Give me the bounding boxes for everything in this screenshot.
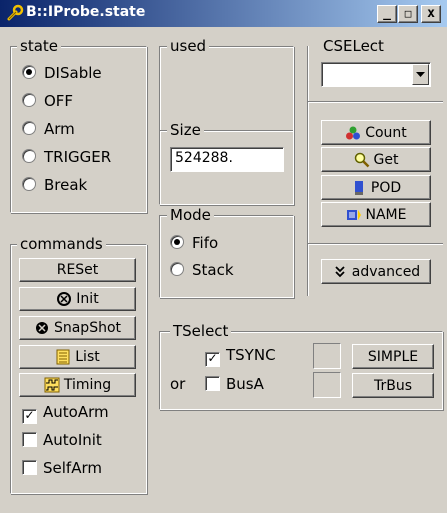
close-button[interactable]: x <box>421 5 441 23</box>
window-title: B::IProbe.state <box>26 4 146 20</box>
busa-checkbox[interactable]: BusA <box>205 374 264 394</box>
radio-indicator <box>22 65 36 79</box>
init-button[interactable]: Init <box>19 287 136 311</box>
or-label: or <box>170 375 186 393</box>
button-label: Init <box>76 291 99 307</box>
advanced-button[interactable]: advanced <box>321 259 431 284</box>
cselect-separator <box>308 101 443 103</box>
button-label: advanced <box>351 263 421 280</box>
checkbox-label: BusA <box>226 375 264 393</box>
pod-button[interactable]: POD <box>321 175 431 200</box>
right-column-separator <box>307 46 309 296</box>
button-label: SIMPLE <box>367 348 419 365</box>
mode-stack-radio[interactable]: Stack <box>170 260 234 280</box>
list-button[interactable]: List <box>19 345 136 369</box>
button-label: POD <box>370 179 402 196</box>
checkbox-box: ✓ <box>205 352 220 367</box>
mode-legend: Mode <box>167 207 214 223</box>
checkbox-box <box>22 432 37 447</box>
button-label: Timing <box>63 377 112 393</box>
tsync-checkbox[interactable]: ✓ TSYNC <box>205 345 276 367</box>
snapshot-button[interactable]: SnapShot <box>19 316 136 340</box>
checkbox-label: AutoInit <box>43 431 102 449</box>
minimize-button[interactable]: _ <box>377 5 397 23</box>
trbus-button[interactable]: TrBus <box>352 373 434 398</box>
tselect-legend: TSelect <box>170 323 232 339</box>
mode-group <box>159 215 294 298</box>
radio-label: Arm <box>44 120 75 138</box>
double-chevron-down-icon <box>332 264 348 280</box>
radio-indicator <box>170 262 184 276</box>
count-button[interactable]: Count <box>321 120 431 145</box>
simple-button[interactable]: SIMPLE <box>352 344 434 369</box>
advanced-separator <box>308 243 443 245</box>
busa-indicator <box>313 372 341 398</box>
radio-indicator <box>170 235 184 249</box>
autoinit-checkbox[interactable]: AutoInit <box>22 430 102 450</box>
button-label: TrBus <box>373 377 413 394</box>
reset-button[interactable]: RESet <box>19 258 136 282</box>
state-break-radio[interactable]: Break <box>22 175 87 195</box>
name-button[interactable]: NAME <box>321 202 431 227</box>
timing-button[interactable]: Timing <box>19 373 136 397</box>
pod-icon <box>351 180 367 196</box>
used-legend: used <box>167 38 210 54</box>
checkbox-box <box>22 460 37 475</box>
button-label: SnapShot <box>53 320 122 336</box>
name-icon <box>346 207 362 223</box>
cselect-dropdown[interactable] <box>321 62 431 87</box>
button-label: Count <box>365 124 407 141</box>
radio-label: DISable <box>44 64 102 82</box>
radio-indicator <box>22 177 36 191</box>
button-label: List <box>75 349 100 365</box>
button-label: Get <box>373 151 399 168</box>
tselect-group <box>159 331 443 410</box>
checkbox-box: ✓ <box>22 409 37 424</box>
radio-label: Fifo <box>192 234 219 252</box>
timing-icon <box>44 377 60 393</box>
maximize-button[interactable]: □ <box>398 5 418 23</box>
radio-indicator <box>22 121 36 135</box>
get-button[interactable]: Get <box>321 147 431 172</box>
selfarm-checkbox[interactable]: SelfArm <box>22 458 102 478</box>
state-arm-radio[interactable]: Arm <box>22 119 75 139</box>
size-legend: Size <box>167 122 204 138</box>
count-icon <box>345 125 361 141</box>
radio-label: OFF <box>44 92 74 110</box>
magnifier-icon <box>354 152 370 168</box>
radio-label: Stack <box>192 261 234 279</box>
checkbox-label: AutoArm <box>43 403 109 421</box>
radio-indicator <box>22 149 36 163</box>
list-icon <box>55 349 71 365</box>
checkbox-box <box>205 376 220 391</box>
autoarm-checkbox[interactable]: ✓ AutoArm <box>22 402 109 424</box>
cselect-legend: CSELect <box>320 38 387 54</box>
radio-label: Break <box>44 176 88 194</box>
chevron-down-icon[interactable] <box>412 64 429 85</box>
state-legend: state <box>17 38 61 54</box>
radio-label: TRIGGER <box>44 148 112 166</box>
snapshot-circle-icon <box>34 320 50 336</box>
stop-circle-icon <box>56 291 72 307</box>
button-label: RESet <box>56 262 99 278</box>
size-field[interactable]: 524288. <box>170 147 284 172</box>
mode-fifo-radio[interactable]: Fifo <box>170 233 218 253</box>
radio-indicator <box>22 93 36 107</box>
state-trigger-radio[interactable]: TRIGGER <box>22 147 111 167</box>
button-label: NAME <box>365 206 407 223</box>
checkbox-label: TSYNC <box>226 346 276 364</box>
checkbox-label: SelfArm <box>43 459 102 477</box>
commands-legend: commands <box>17 236 106 252</box>
wrench-icon <box>6 4 24 22</box>
state-disable-radio[interactable]: DISable <box>22 63 102 83</box>
state-off-radio[interactable]: OFF <box>22 91 73 111</box>
tsync-indicator <box>313 343 341 369</box>
